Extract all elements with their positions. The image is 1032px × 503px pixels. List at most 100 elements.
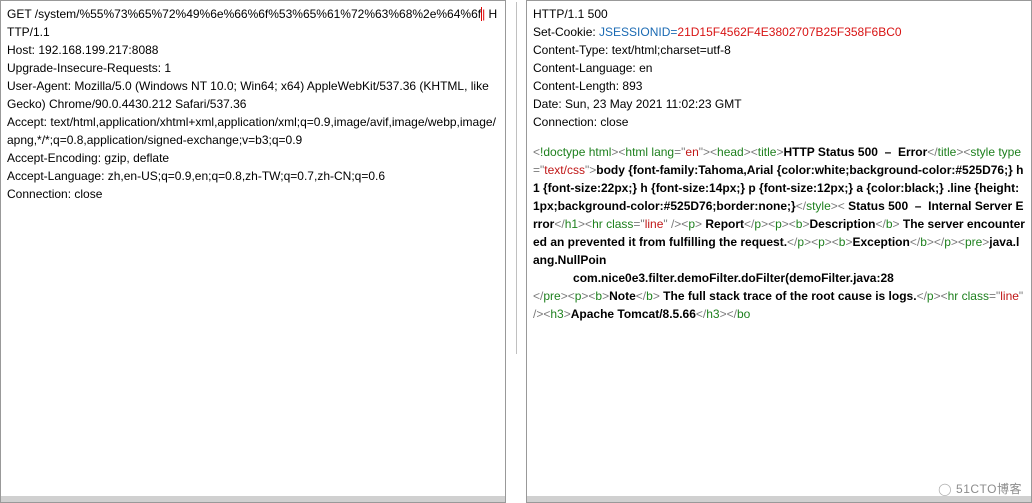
request-line: Host: 192.168.199.217:8088 [7,41,499,59]
body-segment: >< [782,217,796,231]
body-segment: Description [809,217,875,231]
pane-divider[interactable] [506,0,526,503]
request-hscroll[interactable] [1,496,505,502]
text-segment: User-Agent: Mozilla/5.0 (Windows NT 10.0… [7,79,492,111]
body-segment: hr class [948,289,989,303]
request-line: Upgrade-Insecure-Requests: 1 [7,59,499,77]
request-line: Accept: text/html,application/xhtml+xml,… [7,113,499,149]
text-segment: Connection: close [533,115,628,129]
body-segment: p [688,217,695,231]
body-segment: !doctype html [540,145,611,159]
text-segment: HTTP/1.1 500 [533,7,608,21]
body-segment: =" [533,163,544,177]
body-segment: </ [910,235,920,249]
response-text[interactable]: HTTP/1.1 500 Set-Cookie: JSESSIONID=21D15… [527,1,1031,502]
body-segment: >< [578,217,592,231]
body-segment: b [886,217,893,231]
response-header-line: Connection: close [533,113,1025,131]
response-header-line: Content-Length: 893 [533,77,1025,95]
body-segment: style type [970,145,1021,159]
body-segment: > [695,217,702,231]
body-segment: >< [956,145,970,159]
response-header-line: Content-Language: en [533,59,1025,77]
body-segment: </ [696,307,706,321]
body-segment: =" [633,217,644,231]
header-body-gap [533,131,1025,143]
text-segment: Accept-Language: zh,en-US;q=0.9,en;q=0.8… [7,169,385,183]
body-segment: </ [876,217,886,231]
body-segment: p [927,289,934,303]
body-segment: pre [965,235,982,249]
divider-line [516,2,517,354]
request-line: Accept-Encoding: gzip, deflate [7,149,499,167]
body-segment: Apache Tomcat/8.5.66 [571,307,696,321]
body-segment: p [775,217,782,231]
body-segment: en [685,145,698,159]
body-segment: </ [636,289,646,303]
body-segment: >< [804,235,818,249]
text-segment: Content-Length: 893 [533,79,642,93]
body-segment: pre [543,289,560,303]
http-compare-view: GET /system/%55%73%65%72%49%6e%66%6f%53%… [0,0,1032,503]
body-segment: html lang [625,145,674,159]
body-segment: "> [585,163,596,177]
text-segment: Content-Type: text/html;charset=utf-8 [533,43,731,57]
body-segment: >< [581,289,595,303]
request-pane[interactable]: GET /system/%55%73%65%72%49%6e%66%6f%53%… [0,0,506,503]
body-segment: " />< [663,217,688,231]
body-segment: </ [787,235,797,249]
request-line: User-Agent: Mozilla/5.0 (Windows NT 10.0… [7,77,499,113]
body-segment: >< [825,235,839,249]
body-segment: The full stack trace of the root cause i… [660,289,917,303]
response-hscroll[interactable] [527,496,1031,502]
body-segment: p [944,235,951,249]
body-segment: </ [927,145,937,159]
text-segment: Content-Language: en [533,61,652,75]
body-segment: >< [831,199,845,213]
body-segment: > [653,289,660,303]
body-segment: >< [934,289,948,303]
body-segment: bo [737,307,750,321]
body-segment: p [818,235,825,249]
text-segment: Upgrade-Insecure-Requests: 1 [7,61,171,75]
body-segment: ></ [927,235,944,249]
request-line: Connection: close [7,185,499,203]
body-segment: HTTP Status 500 – Error [783,145,927,159]
body-segment: h1 [565,217,578,231]
body-segment: line [1000,289,1019,303]
text-segment: Date: Sun, 23 May 2021 11:02:23 GMT [533,97,742,111]
body-segment: ></ [720,307,737,321]
body-segment: h3 [550,307,563,321]
body-segment: </ [796,199,806,213]
text-segment: JSESSIONID [599,25,670,39]
body-segment: b [646,289,653,303]
body-segment: >< [761,217,775,231]
text-segment: Connection: close [7,187,102,201]
response-header-line: HTTP/1.1 500 [533,5,1025,23]
body-segment: text/css [544,163,585,177]
text-segment: Accept: text/html,application/xhtml+xml,… [7,115,496,147]
body-segment: >< [561,289,575,303]
body-segment: </ [917,289,927,303]
response-body: <!doctype html><html lang="en"><head><ti… [533,143,1025,323]
body-segment: h3 [706,307,719,321]
response-header-line: Date: Sun, 23 May 2021 11:02:23 GMT [533,95,1025,113]
request-text[interactable]: GET /system/%55%73%65%72%49%6e%66%6f%53%… [1,1,505,502]
request-line: Accept-Language: zh,en-US;q=0.9,en;q=0.8… [7,167,499,185]
text-segment: Set-Cookie: [533,25,599,39]
body-segment: ">< [699,145,717,159]
body-segment: < [533,145,540,159]
body-segment: Note [609,289,636,303]
body-segment: title [758,145,777,159]
body-segment: line [645,217,664,231]
response-header-line: Set-Cookie: JSESSIONID=21D15F4562F4E3802… [533,23,1025,41]
body-segment: hr class [592,217,633,231]
body-segment: style [806,199,831,213]
body-segment: =" [674,145,685,159]
body-segment: </ [744,217,754,231]
response-pane[interactable]: HTTP/1.1 500 Set-Cookie: JSESSIONID=21D15… [526,0,1032,503]
body-segment: </ [533,289,543,303]
text-segment: 21D15F4562F4E3802707B25F358F6BC0 [677,25,901,39]
request-line: GET /system/%55%73%65%72%49%6e%66%6f%53%… [7,5,499,41]
body-segment: head [717,145,744,159]
